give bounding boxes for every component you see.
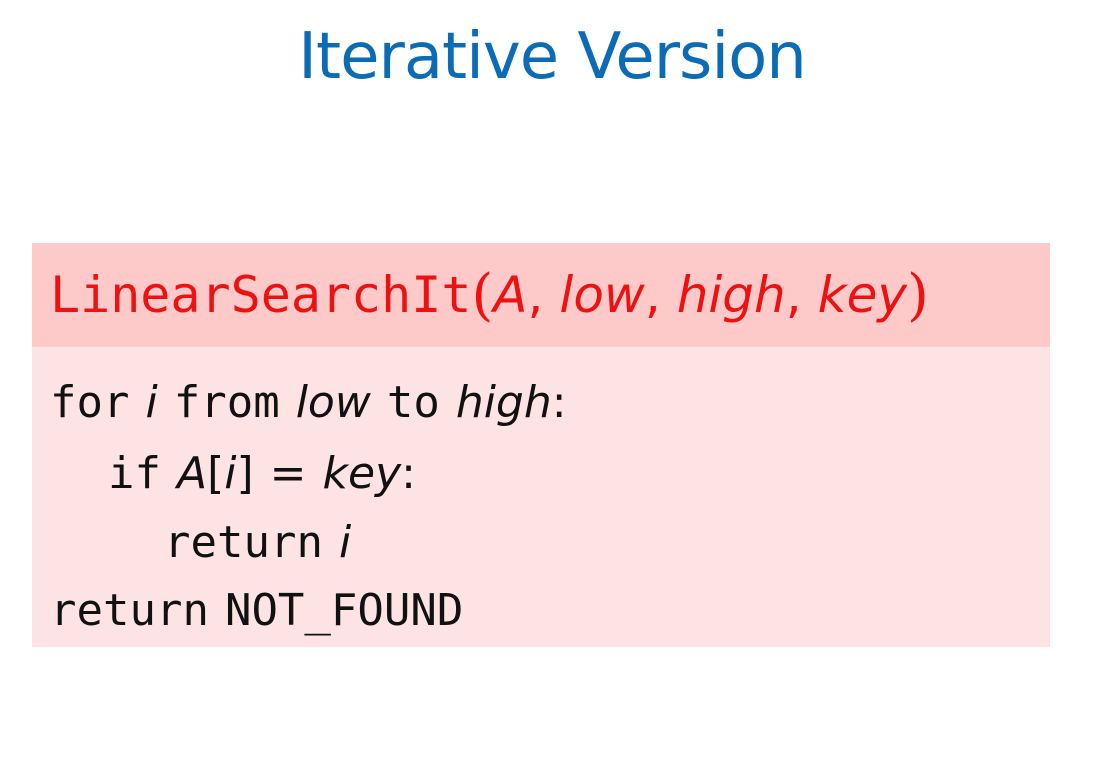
equals-sign: = xyxy=(269,448,307,499)
keyword-to: to xyxy=(386,377,440,428)
keyword-from: from xyxy=(173,377,280,428)
param-low: low xyxy=(559,266,645,324)
var-i: i xyxy=(145,377,158,428)
colon: : xyxy=(401,448,416,499)
param-high: high xyxy=(676,266,786,324)
keyword-if: if xyxy=(108,448,161,499)
param-separator: , xyxy=(785,266,802,324)
var-i: i xyxy=(224,448,237,499)
keyword-return: return xyxy=(50,585,209,636)
close-paren: ) xyxy=(906,262,929,328)
code-line-return-i: return i xyxy=(164,513,351,573)
left-bracket: [ xyxy=(207,448,225,499)
algorithm-name: LinearSearchIt xyxy=(50,266,472,324)
keyword-for: for xyxy=(50,377,130,428)
colon: : xyxy=(551,377,567,428)
param-separator: , xyxy=(644,266,661,324)
param-separator: , xyxy=(527,266,544,324)
var-a: A xyxy=(176,448,208,499)
algorithm-block: LinearSearchIt(A, low, high, key) for i from l… xyxy=(32,243,1050,647)
code-line-for: for i from low to high: xyxy=(50,373,567,433)
keyword-return: return xyxy=(164,517,323,568)
code-line-if: if A[i] = key: xyxy=(108,444,416,504)
var-key: key xyxy=(322,448,402,499)
open-paren: ( xyxy=(471,262,494,328)
const-not-found: NOT_FOUND xyxy=(224,585,464,636)
param-key: key xyxy=(817,266,907,324)
algorithm-signature: LinearSearchIt(A, low, high, key) xyxy=(32,243,1050,347)
param-a: A xyxy=(493,266,528,324)
var-high: high xyxy=(455,377,552,428)
code-line-return-not-found: return NOT_FOUND xyxy=(50,581,463,641)
right-bracket: ] xyxy=(236,448,254,499)
var-i: i xyxy=(338,517,352,568)
var-low: low xyxy=(295,377,371,428)
slide-title: Iterative Version xyxy=(298,20,807,94)
